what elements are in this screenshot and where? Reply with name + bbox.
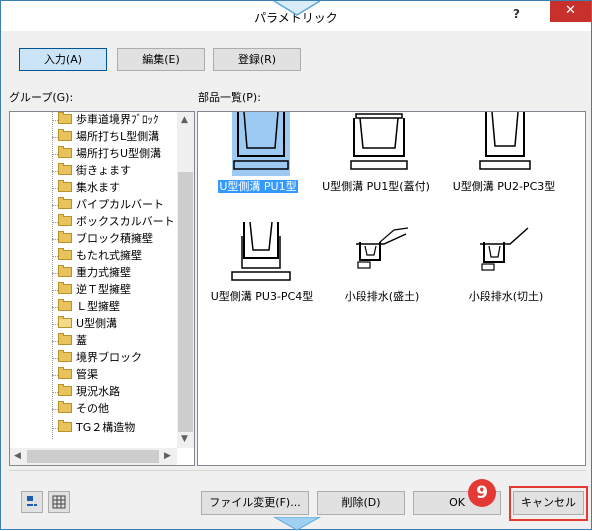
- part-item-pu1[interactable]: U型側溝 PU1型: [198, 112, 318, 202]
- tree-item[interactable]: パイプカルバート: [58, 197, 164, 213]
- folder-icon: [58, 197, 72, 209]
- part-label-small-drain-fill: 小段排水(盛土): [344, 290, 420, 303]
- tree-item[interactable]: 集水ます: [58, 180, 120, 196]
- u-gutter-pu2-pc3-icon: [479, 112, 531, 170]
- folder-icon: [58, 248, 72, 260]
- u-gutter-pu3-pc4-icon: [231, 222, 291, 281]
- part-label-pu1-lid: U型側溝 PU1型(蓋付): [322, 180, 430, 193]
- tree-item[interactable]: 場所打ちL型側溝: [58, 129, 159, 145]
- part-item-pu2-pc3[interactable]: U型側溝 PU2-PC3型: [444, 112, 564, 202]
- change-file-button[interactable]: ファイル変更(F)...: [201, 491, 309, 515]
- u-gutter-pu1-lid-icon: [350, 113, 408, 170]
- tree-vertical-scrollbar[interactable]: ▲ ▼: [177, 112, 194, 448]
- input-tab-button[interactable]: 入力(A): [19, 48, 107, 71]
- folder-icon: [58, 146, 72, 158]
- small-drain-fill-icon: [356, 227, 409, 269]
- tree-item[interactable]: 現況水路: [58, 384, 120, 400]
- part-item-pu3-pc4[interactable]: U型側溝 PU3-PC4型: [202, 222, 322, 312]
- folder-icon: [58, 129, 72, 141]
- large-icon-view-button[interactable]: [21, 491, 43, 513]
- scroll-right-arrow-icon[interactable]: ▶: [164, 451, 171, 461]
- part-label-pu3-pc4: U型側溝 PU3-PC4型: [210, 290, 314, 303]
- flow-arrow-icon: [273, 1, 321, 16]
- tree-item[interactable]: Ｌ型擁壁: [58, 299, 120, 315]
- edit-tab-label: 編集(E): [142, 53, 180, 66]
- folder-icon: [58, 350, 72, 362]
- tree-item[interactable]: もたれ式擁壁: [58, 248, 142, 264]
- delete-label: 削除(D): [341, 496, 381, 509]
- folder-icon: [58, 112, 72, 124]
- parts-list-label: 部品一覧(P):: [198, 91, 261, 104]
- part-label-small-drain-cut: 小段排水(切土): [468, 290, 544, 303]
- tree-item[interactable]: 場所打ちU型側溝: [58, 146, 161, 162]
- tree-item[interactable]: 蓋: [58, 333, 87, 349]
- folder-icon: [58, 214, 72, 226]
- folder-icon: [58, 401, 72, 413]
- footer-divider: [9, 470, 586, 471]
- part-item-small-drain-fill[interactable]: 小段排水(盛土): [322, 222, 442, 312]
- change-file-label: ファイル変更(F)...: [209, 496, 301, 509]
- folder-icon: [58, 231, 72, 243]
- group-tree[interactable]: 歩車道境界ﾌﾞﾛｯｸ 場所打ちL型側溝 場所打ちU型側溝 街きょます 集水ます …: [9, 111, 195, 466]
- close-button[interactable]: ✕: [550, 1, 591, 22]
- tree-item[interactable]: ブロック積擁壁: [58, 231, 153, 247]
- tree-horizontal-scrollbar[interactable]: ◀ ▶: [10, 448, 177, 465]
- list-view-button[interactable]: [48, 491, 70, 513]
- tree-item[interactable]: TG２構造物: [58, 420, 135, 436]
- folder-icon: [58, 367, 72, 379]
- parts-list[interactable]: U型側溝 PU1型 U型側溝 PU1型(蓋付) U型側溝 PU2-PC3型 U型…: [197, 111, 586, 466]
- small-drain-cut-icon: [480, 227, 529, 271]
- tree-item[interactable]: その他: [58, 401, 109, 417]
- step-number-badge: 9: [468, 479, 496, 507]
- ok-label: OK: [449, 496, 465, 509]
- register-tab-label: 登録(R): [237, 53, 277, 66]
- scroll-left-arrow-icon[interactable]: ◀: [14, 451, 21, 461]
- tree-item-selected[interactable]: U型側溝: [58, 316, 117, 332]
- tree-horizontal-scroll-thumb[interactable]: [27, 450, 159, 463]
- tree-item[interactable]: 歩車道境界ﾌﾞﾛｯｸ: [58, 112, 159, 128]
- folder-icon: [58, 163, 72, 175]
- open-folder-icon: [58, 316, 72, 328]
- part-label-pu1: U型側溝 PU1型: [218, 180, 298, 193]
- large-icons-view-icon: [27, 496, 37, 506]
- folder-icon: [58, 299, 72, 311]
- u-gutter-pu1-icon: [232, 112, 290, 176]
- list-view-icon: [52, 495, 66, 509]
- part-label-pu2-pc3: U型側溝 PU2-PC3型: [452, 180, 556, 193]
- register-tab-button[interactable]: 登録(R): [213, 48, 301, 71]
- folder-icon: [58, 265, 72, 277]
- delete-button[interactable]: 削除(D): [317, 491, 405, 515]
- part-item-small-drain-cut[interactable]: 小段排水(切土): [446, 222, 566, 312]
- cancel-highlight-frame: [509, 486, 588, 521]
- scroll-up-arrow-icon[interactable]: ▲: [181, 115, 188, 125]
- flow-arrow-bottom-icon: [272, 517, 322, 531]
- tree-item[interactable]: 重力式擁壁: [58, 265, 131, 281]
- edit-tab-button[interactable]: 編集(E): [117, 48, 205, 71]
- folder-icon: [58, 180, 72, 192]
- tree-item[interactable]: 境界ブロック: [58, 350, 142, 366]
- tree-item[interactable]: ボックスカルバート: [58, 214, 175, 230]
- folder-icon: [58, 384, 72, 396]
- folder-icon: [58, 420, 72, 432]
- tree-item[interactable]: 管渠: [58, 367, 98, 383]
- folder-icon: [58, 282, 72, 294]
- group-label: グループ(G):: [9, 91, 74, 104]
- parametric-dialog: パラメトリック ? ✕ 入力(A) 編集(E) 登録(R) グループ(G): 部…: [0, 0, 592, 531]
- tree-item[interactable]: 逆Ｔ型擁壁: [58, 282, 131, 298]
- tree-item[interactable]: 街きょます: [58, 163, 131, 179]
- input-tab-label: 入力(A): [43, 53, 83, 66]
- tree-vertical-scroll-thumb[interactable]: [178, 172, 193, 432]
- folder-icon: [58, 333, 72, 345]
- help-button[interactable]: ?: [513, 7, 520, 21]
- scroll-down-arrow-icon[interactable]: ▼: [181, 434, 188, 444]
- part-item-pu1-lid[interactable]: U型側溝 PU1型(蓋付): [316, 112, 436, 202]
